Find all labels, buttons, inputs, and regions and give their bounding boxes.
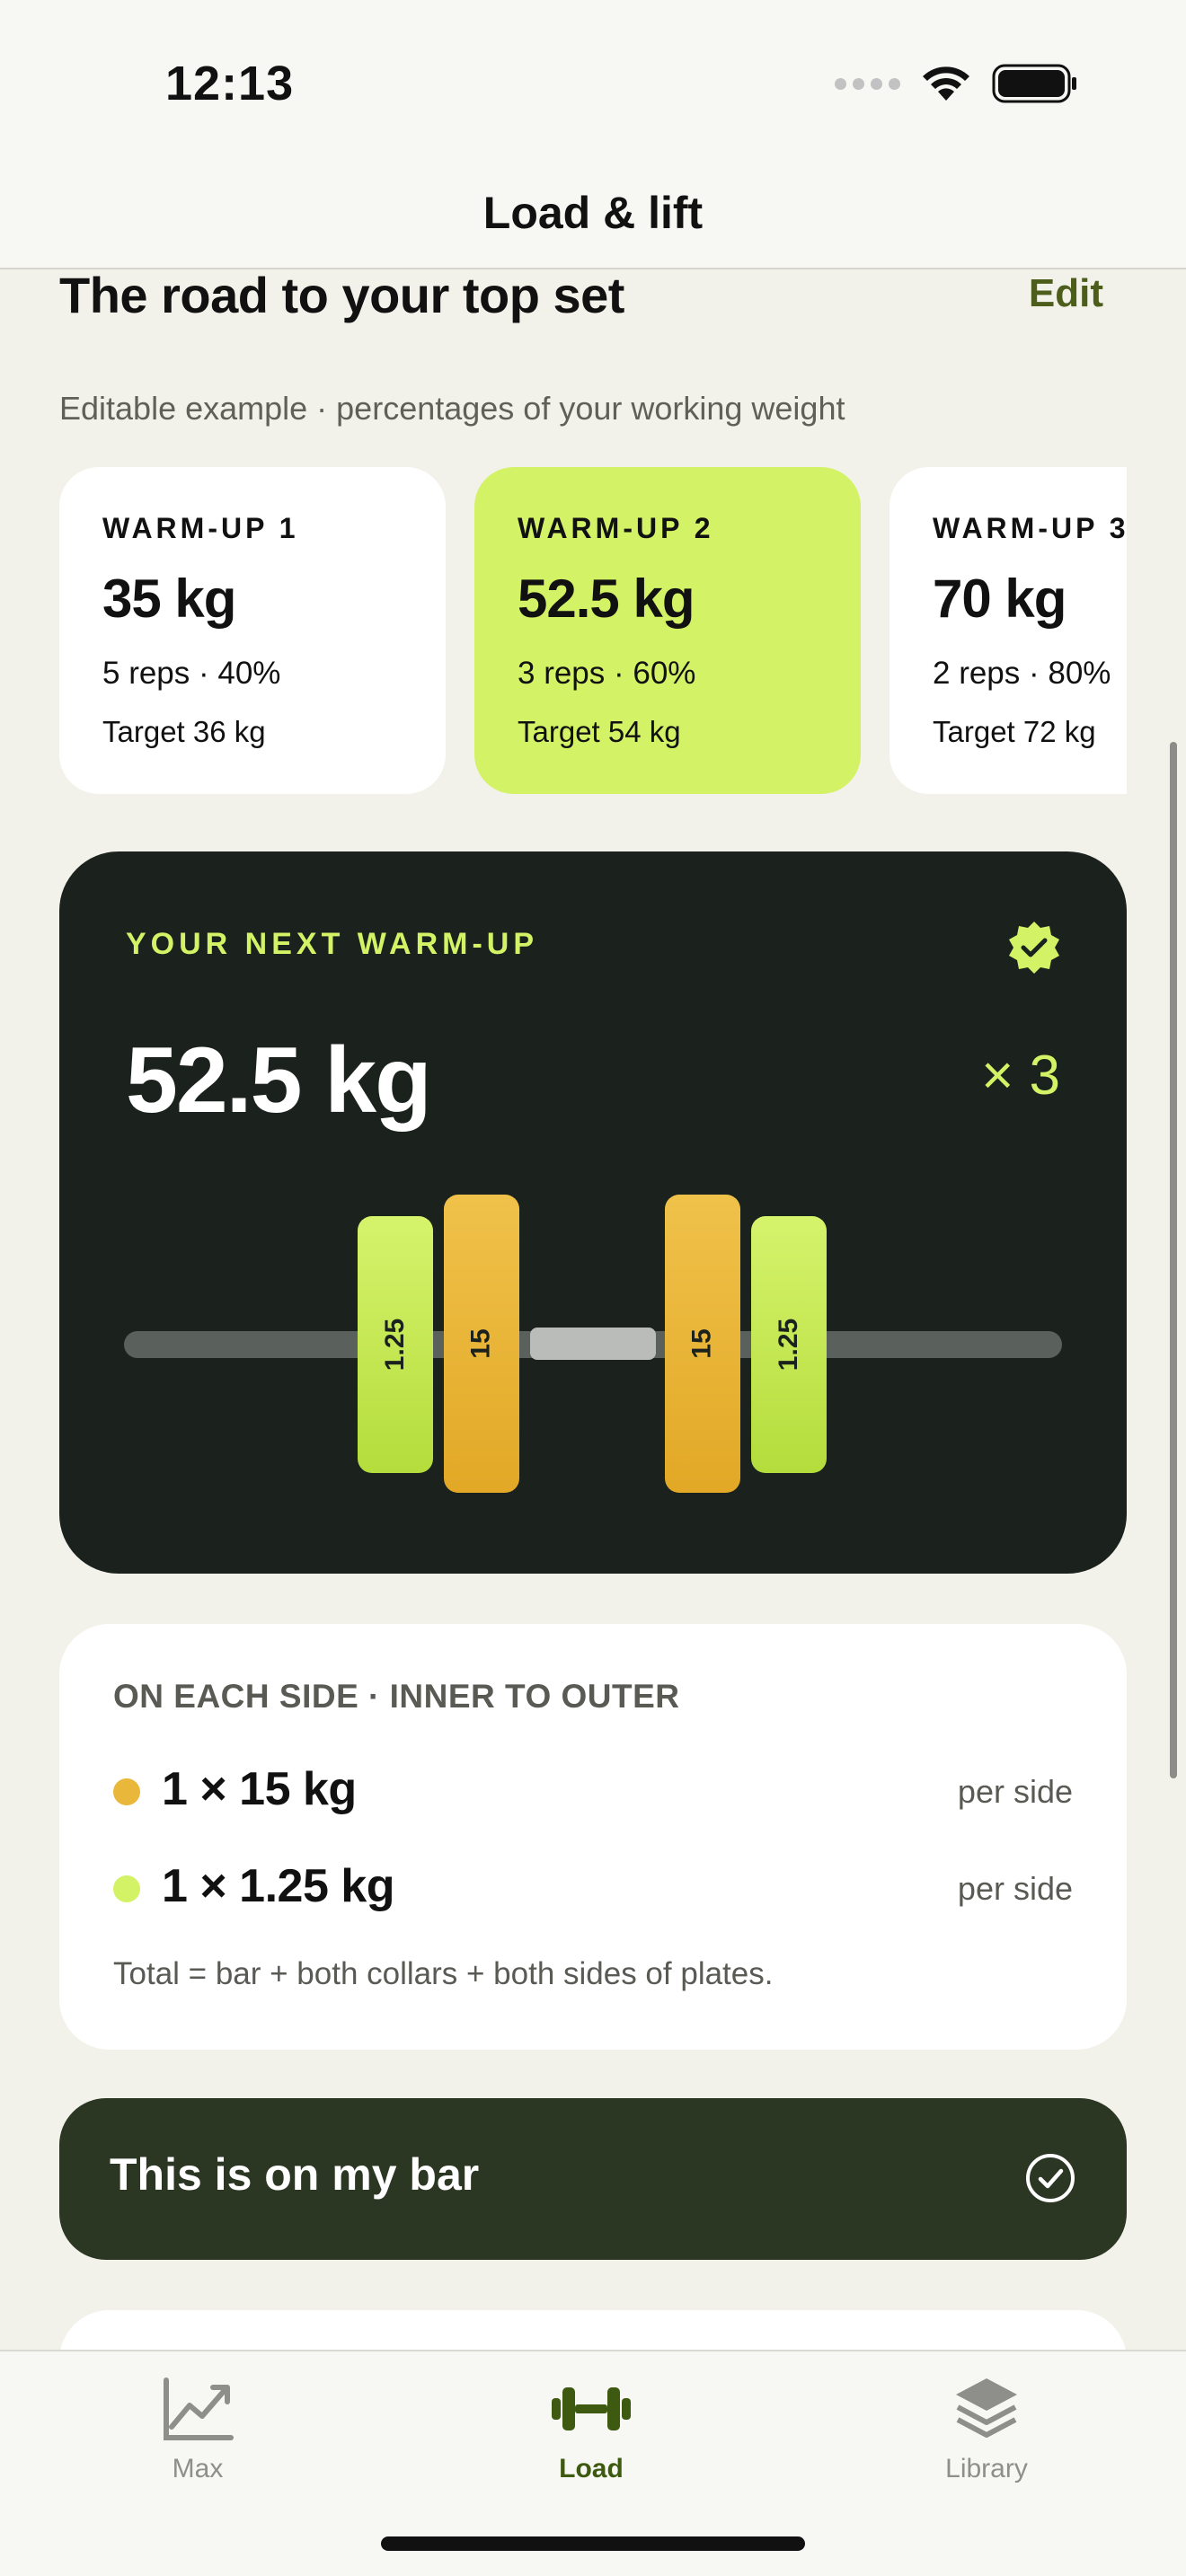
breakdown-row: 1 × 15 kg per side (113, 1759, 1073, 1822)
chart-line-icon (164, 2378, 234, 2440)
warmup-weight: 70 kg (933, 569, 1067, 629)
breakdown-note: Total = bar + both collars + both sides … (113, 1956, 774, 1991)
warmup-card-3[interactable]: WARM-UP 3 70 kg 2 reps · 80% Target 72 k… (890, 467, 1127, 794)
check-circle-icon (1026, 2154, 1075, 2202)
barbell-visual: 1.25 15 15 1.25 (59, 1193, 1127, 1516)
status-time: 12:13 (165, 57, 295, 110)
warmup-label: WARM-UP 3 (933, 512, 1127, 544)
plate-label: 1.25 (379, 1318, 410, 1372)
warmup-weight: 52.5 kg (518, 569, 695, 629)
warmup-target: Target 54 kg (518, 715, 681, 748)
plate-label: 15 (687, 1328, 717, 1359)
nav-header: Load & lift (0, 171, 1186, 269)
plate-left-outer: 1.25 (358, 1216, 433, 1473)
warmup-carousel[interactable]: WARM-UP 1 35 kg 5 reps · 40% Target 36 k… (59, 467, 1127, 794)
plate-color-dot (113, 1875, 140, 1902)
warmup-weight: 35 kg (102, 569, 236, 629)
warmup-reps: 3 reps · 60% (518, 656, 696, 691)
plate-right-outer: 1.25 (751, 1216, 827, 1473)
plate-breakdown-card: ON EACH SIDE · INNER TO OUTER 1 × 15 kg … (59, 1624, 1127, 2050)
edit-button[interactable]: Edit (1029, 271, 1103, 316)
next-warmup-weight: 52.5 kg (126, 1028, 432, 1133)
warmup-target: Target 36 kg (102, 715, 266, 748)
section-subtitle: Editable example · percentages of your w… (59, 390, 845, 427)
plate-left-inner: 15 (444, 1195, 519, 1493)
warmup-label: WARM-UP 1 (102, 512, 299, 544)
page-title: Load & lift (482, 188, 704, 238)
tab-label: Max (172, 2454, 224, 2483)
next-warmup-card: YOUR NEXT WARM-UP 52.5 kg × 3 1.25 15 15… (59, 851, 1127, 1574)
bar-sleeve (530, 1328, 656, 1360)
plate-color-dot (113, 1778, 140, 1805)
warmup-label: WARM-UP 2 (518, 512, 714, 544)
section-title: The road to your top set (59, 267, 624, 323)
tab-max[interactable]: Max (90, 2373, 305, 2508)
breakdown-row: 1 × 1.25 kg per side (113, 1856, 1073, 1919)
tab-label: Load (559, 2454, 624, 2483)
signal-icon (835, 77, 900, 90)
layers-icon (956, 2378, 1017, 2438)
plate-count: 1 × 1.25 kg (162, 1860, 395, 1912)
warmup-target: Target 72 kg (933, 715, 1096, 748)
tab-library[interactable]: Library (879, 2373, 1094, 2508)
status-bar: 12:13 (0, 0, 1186, 171)
plate-count: 1 × 15 kg (162, 1763, 357, 1815)
warmup-card-1[interactable]: WARM-UP 1 35 kg 5 reps · 40% Target 36 k… (59, 467, 446, 794)
warmup-reps: 5 reps · 40% (102, 656, 281, 691)
warmup-card-2[interactable]: WARM-UP 2 52.5 kg 3 reps · 60% Target 54… (474, 467, 861, 794)
plate-right-inner: 15 (665, 1195, 740, 1493)
battery-icon (992, 64, 1076, 103)
next-warmup-reps: × 3 (981, 1045, 1060, 1107)
wifi-icon (923, 66, 969, 101)
per-side-label: per side (957, 1870, 1073, 1907)
warmup-reps: 2 reps · 80% (933, 656, 1111, 691)
tab-label: Library (945, 2454, 1028, 2483)
plate-label: 1.25 (773, 1318, 803, 1372)
status-icons (835, 63, 1078, 104)
breakdown-heading: ON EACH SIDE · INNER TO OUTER (113, 1678, 680, 1715)
verified-badge-icon (1009, 922, 1059, 974)
plate-label: 15 (466, 1328, 496, 1359)
next-warmup-label: YOUR NEXT WARM-UP (126, 927, 538, 961)
dumbbell-icon (552, 2387, 631, 2430)
home-indicator[interactable] (381, 2536, 805, 2551)
per-side-label: per side (957, 1773, 1073, 1810)
tab-load[interactable]: Load (483, 2373, 699, 2508)
confirm-on-bar-button[interactable]: This is on my bar (59, 2098, 1127, 2260)
scroll-indicator[interactable] (1170, 742, 1177, 1778)
confirm-label: This is on my bar (110, 2149, 480, 2200)
